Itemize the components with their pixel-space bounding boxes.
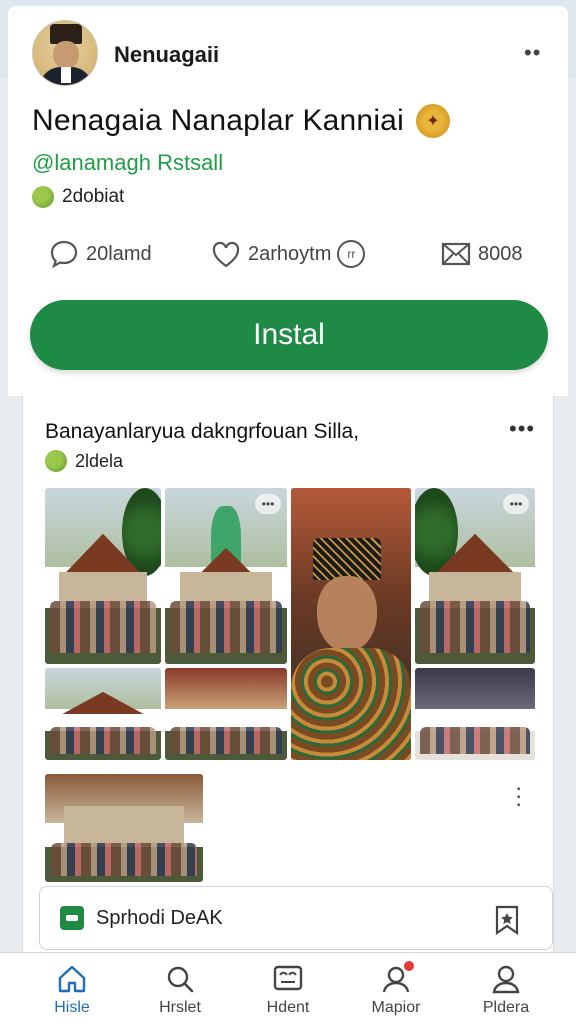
nav-home-label: Hisle: [54, 999, 90, 1016]
post-photo[interactable]: [415, 668, 535, 760]
bottom-nav: Hisle Hrslet Hdent Mapior Pldera: [0, 952, 576, 1024]
avatar[interactable]: [32, 20, 98, 86]
profile-title-row: Nenagaia Nanaplar Kanniai ✦: [32, 104, 450, 138]
post-photo-portrait[interactable]: [291, 488, 411, 760]
nav-profile[interactable]: Pldera: [456, 963, 556, 1017]
profile-icon: [492, 965, 520, 994]
profile-title: Nenagaia Nanaplar Kanniai: [32, 104, 404, 137]
post-photo[interactable]: [45, 668, 161, 760]
notification-badge: [402, 959, 416, 973]
app-icon: [60, 906, 84, 930]
gallery-icon[interactable]: •••: [503, 494, 529, 514]
app-banner[interactable]: Sprhodi DeAK: [39, 886, 553, 950]
search-icon: [167, 966, 194, 993]
post-photo[interactable]: [45, 774, 203, 882]
messages-count: 8008: [478, 242, 523, 265]
post-more-icon[interactable]: •••: [509, 416, 535, 442]
likes-stat[interactable]: 2arhoytm rr: [210, 238, 366, 270]
post-photo[interactable]: [45, 488, 161, 664]
comments-stat[interactable]: 20lamd: [48, 238, 152, 270]
messages-stat[interactable]: 8008: [440, 238, 523, 270]
nav-home[interactable]: Hisle: [22, 963, 122, 1017]
mail-icon: [441, 242, 471, 266]
home-icon: [58, 965, 86, 993]
gallery-icon[interactable]: •••: [255, 494, 281, 514]
nav-notifications-label: Mapior: [371, 999, 421, 1016]
nav-media[interactable]: Hdent: [238, 963, 338, 1017]
likes-count: 2arhoytm: [248, 242, 332, 265]
profile-username[interactable]: Nenuagaii: [114, 42, 219, 68]
app-banner-label: Sprhodi DeAK: [96, 906, 223, 929]
comments-count: 20lamd: [86, 242, 152, 265]
reshare-icon[interactable]: rr: [337, 240, 366, 268]
nav-profile-label: Pldera: [482, 999, 530, 1016]
nav-search[interactable]: Hrslet: [130, 963, 230, 1017]
leaf-icon: [45, 450, 67, 472]
media-icon: [273, 965, 303, 991]
install-button[interactable]: Instal: [30, 300, 548, 370]
post-title[interactable]: Banayanlaryua dakngrfouan Silla,: [45, 420, 359, 444]
nav-search-label: Hrslet: [159, 999, 201, 1016]
profile-handle[interactable]: @lanamagh Rstsall: [32, 150, 223, 176]
post-photo[interactable]: •••: [415, 488, 535, 664]
emblem-icon: ✦: [415, 104, 450, 138]
nav-media-label: Hdent: [266, 999, 310, 1016]
post-photo[interactable]: •••: [165, 488, 287, 664]
profile-card: Nenuagaii •• Nenagaia Nanaplar Kanniai ✦…: [8, 6, 568, 396]
post-tag-label: 2ldela: [75, 450, 124, 471]
stats-row: 20lamd 2arhoytm rr 8008: [32, 238, 552, 282]
comment-icon: [50, 240, 78, 269]
post-card: Banayanlaryua dakngrfouan Silla, ••• 2ld…: [22, 396, 554, 956]
post-tag: 2ldela: [45, 450, 123, 472]
heart-icon: [212, 241, 240, 268]
bookmark-icon[interactable]: [494, 905, 520, 935]
media-more-icon[interactable]: · · ·: [515, 777, 522, 815]
leaf-icon: [32, 186, 54, 208]
more-options-icon[interactable]: ••: [524, 40, 541, 66]
nav-notifications[interactable]: Mapior: [346, 959, 446, 1017]
post-photo[interactable]: [165, 668, 287, 760]
profile-tag: 2dobiat: [32, 186, 124, 208]
profile-tag-label: 2dobiat: [62, 186, 125, 207]
